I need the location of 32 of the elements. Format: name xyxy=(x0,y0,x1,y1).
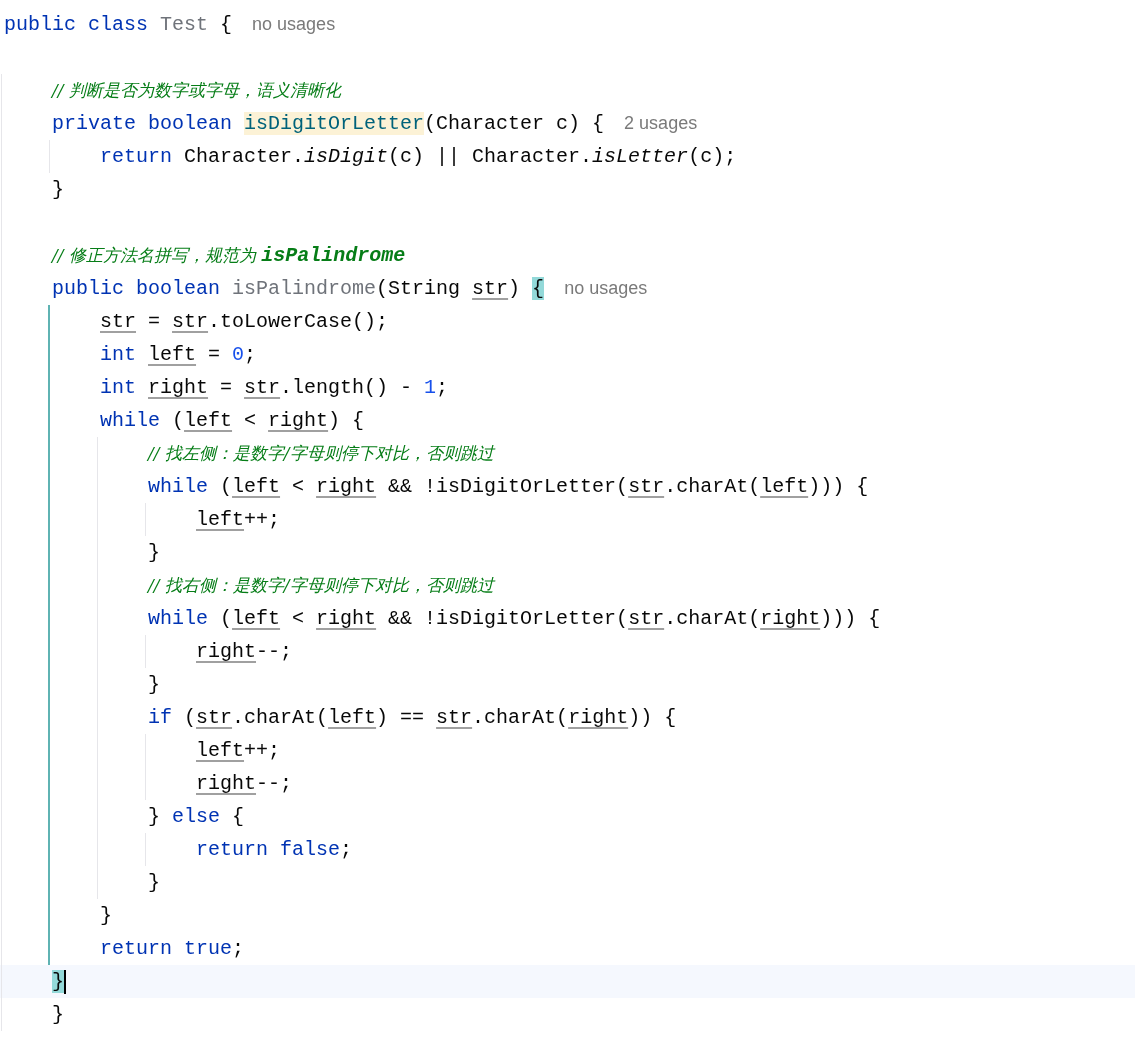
code-line: } else { xyxy=(148,804,245,830)
usage-hint[interactable]: 2 usages xyxy=(624,110,698,137)
code-line: private boolean isDigitOrLetter(Character c) { xyxy=(52,111,605,137)
usage-hint[interactable]: no usages xyxy=(252,11,336,38)
usage-hint[interactable]: no usages xyxy=(564,275,648,302)
code-line: } xyxy=(148,870,160,896)
text-caret xyxy=(64,969,66,994)
code-line: right--; xyxy=(196,771,293,797)
code-line: int right = str.length() - 1; xyxy=(100,375,449,401)
code-line: } xyxy=(148,672,160,698)
code-line: } xyxy=(52,177,64,203)
code-line: // 判断是否为数字或字母，语义清晰化 xyxy=(52,79,341,102)
code-line: } xyxy=(100,903,112,929)
code-line: public boolean isPalindrome(String str) { xyxy=(52,276,545,302)
code-line: return Character.isDigit(c) || Character.isLetter(c); xyxy=(100,144,737,170)
code-line: } xyxy=(52,1002,64,1028)
code-line: } xyxy=(148,540,160,566)
code-line: while (left < right && !isDigitOrLetter(str.charAt(left))) { xyxy=(148,474,869,500)
code-line: right--; xyxy=(196,639,293,665)
code-line: while (left < right && !isDigitOrLetter(str.charAt(right))) { xyxy=(148,606,881,632)
code-line: str = str.toLowerCase(); xyxy=(100,309,389,335)
code-line: while (left < right) { xyxy=(100,408,365,434)
code-line: return true; xyxy=(100,936,245,962)
code-line: left++; xyxy=(196,738,281,764)
code-line: // 找左侧：是数字/字母则停下对比，否则跳过 xyxy=(148,442,494,465)
code-line: public class Test { xyxy=(4,12,233,38)
code-line: int left = 0; xyxy=(100,342,257,368)
code-line: left++; xyxy=(196,507,281,533)
code-line: return false; xyxy=(196,837,353,863)
code-line: // 找右侧：是数字/字母则停下对比，否则跳过 xyxy=(148,574,494,597)
code-line: // 修正方法名拼写，规范为 isPalindrome xyxy=(52,243,406,269)
code-line: if (str.charAt(left) == str.charAt(right)) { xyxy=(148,705,677,731)
